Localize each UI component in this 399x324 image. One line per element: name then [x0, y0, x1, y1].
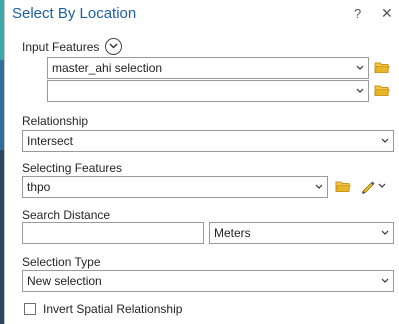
selection-type-dropdown[interactable]: New selection: [22, 270, 394, 292]
search-distance-label: Search Distance: [22, 208, 111, 222]
selecting-features-dropdown[interactable]: thpo: [22, 176, 328, 198]
selection-type-value: New selection: [27, 274, 102, 288]
title-bar: Select By Location ? ✕: [5, 0, 399, 30]
relationship-value: Intersect: [27, 134, 74, 148]
input-features-label: Input Features: [22, 40, 100, 54]
invert-spatial-relationship-label[interactable]: Invert Spatial Relationship: [43, 302, 182, 316]
pencil-icon[interactable]: [360, 178, 376, 194]
search-distance-unit-value: Meters: [214, 226, 251, 240]
input-features-value-1: master_ahi selection: [52, 61, 163, 75]
folder-icon[interactable]: [374, 84, 390, 97]
chevron-down-icon: [356, 65, 364, 70]
folder-icon[interactable]: [335, 180, 351, 193]
input-features-dropdown-1[interactable]: master_ahi selection: [47, 57, 369, 79]
chevron-down-icon: [381, 278, 389, 283]
select-by-location-dialog: Select By Location ? ✕ Input Features ma…: [4, 0, 399, 324]
close-icon[interactable]: ✕: [381, 5, 393, 22]
chevron-down-icon[interactable]: [378, 181, 386, 191]
relationship-label: Relationship: [22, 114, 89, 128]
input-features-dropdown-2[interactable]: [47, 80, 369, 102]
folder-icon[interactable]: [374, 61, 390, 74]
chevron-down-icon: [356, 88, 364, 93]
expand-circle-icon[interactable]: [105, 38, 122, 55]
chevron-down-icon: [381, 138, 389, 143]
dialog-title: Select By Location: [12, 5, 137, 22]
relationship-dropdown[interactable]: Intersect: [22, 130, 394, 152]
chevron-down-icon: [315, 184, 323, 189]
chevron-down-icon: [381, 230, 389, 235]
selecting-features-value: thpo: [27, 180, 51, 194]
selection-type-label: Selection Type: [22, 255, 101, 269]
search-distance-unit-dropdown[interactable]: Meters: [209, 222, 394, 244]
search-distance-input[interactable]: [22, 222, 204, 244]
invert-spatial-relationship-checkbox[interactable]: [24, 303, 36, 315]
help-icon[interactable]: ?: [354, 6, 361, 21]
selecting-features-label: Selecting Features: [22, 161, 123, 175]
